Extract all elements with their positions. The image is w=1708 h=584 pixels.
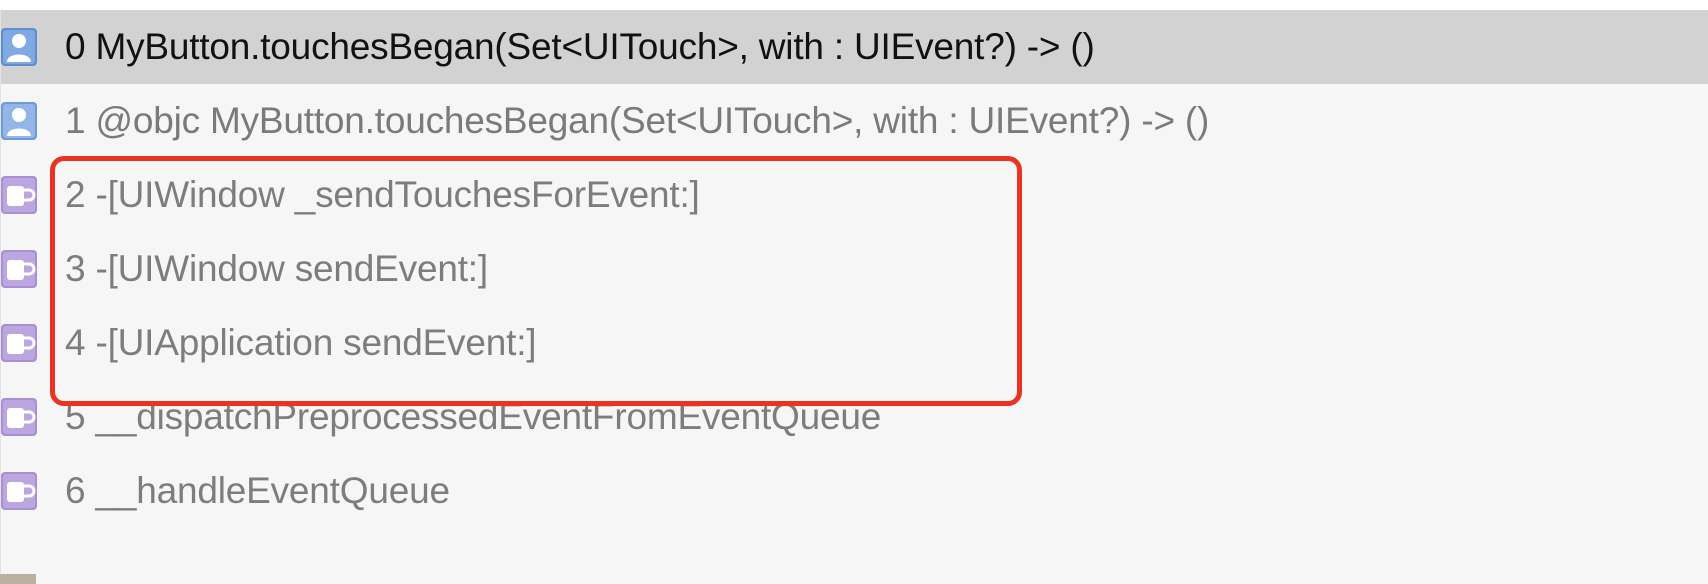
stack-frame-row[interactable]: 2 -[UIWindow _sendTouchesForEvent:] [1,158,1708,232]
mug-icon [1,398,37,436]
stack-frame-row[interactable]: 4 -[UIApplication sendEvent:] [1,306,1708,380]
stack-frame-row[interactable]: 5 __dispatchPreprocessedEventFromEventQu… [1,380,1708,454]
call-stack-list: 0 MyButton.touchesBegan(Set<UITouch>, wi… [0,10,1708,584]
mug-icon [1,176,37,214]
stack-frame-row-partial [0,574,1708,584]
mug-icon [1,250,37,288]
stack-frame-label: 2 -[UIWindow _sendTouchesForEvent:] [65,174,700,215]
person-icon [1,28,37,66]
person-icon [1,102,37,140]
mug-icon [1,324,37,362]
partial-frame-icon [0,574,36,584]
top-margin [0,0,1708,10]
stack-frame-label: 0 MyButton.touchesBegan(Set<UITouch>, wi… [65,26,1095,67]
stack-frame-label: 4 -[UIApplication sendEvent:] [65,322,537,363]
stack-frame-label: 3 -[UIWindow sendEvent:] [65,248,488,289]
mug-icon [1,472,37,510]
stack-frame-row[interactable]: 0 MyButton.touchesBegan(Set<UITouch>, wi… [1,10,1708,84]
stack-frame-row[interactable]: 6 __handleEventQueue [1,454,1708,528]
stack-frame-row[interactable]: 1 @objc MyButton.touchesBegan(Set<UITouc… [1,84,1708,158]
stack-frame-label: 5 __dispatchPreprocessedEventFromEventQu… [65,396,882,437]
stack-frame-label: 6 __handleEventQueue [65,470,450,511]
stack-frame-row[interactable]: 3 -[UIWindow sendEvent:] [1,232,1708,306]
stack-frame-label: 1 @objc MyButton.touchesBegan(Set<UITouc… [65,100,1210,141]
debug-navigator-screenshot: 0 MyButton.touchesBegan(Set<UITouch>, wi… [0,0,1708,584]
